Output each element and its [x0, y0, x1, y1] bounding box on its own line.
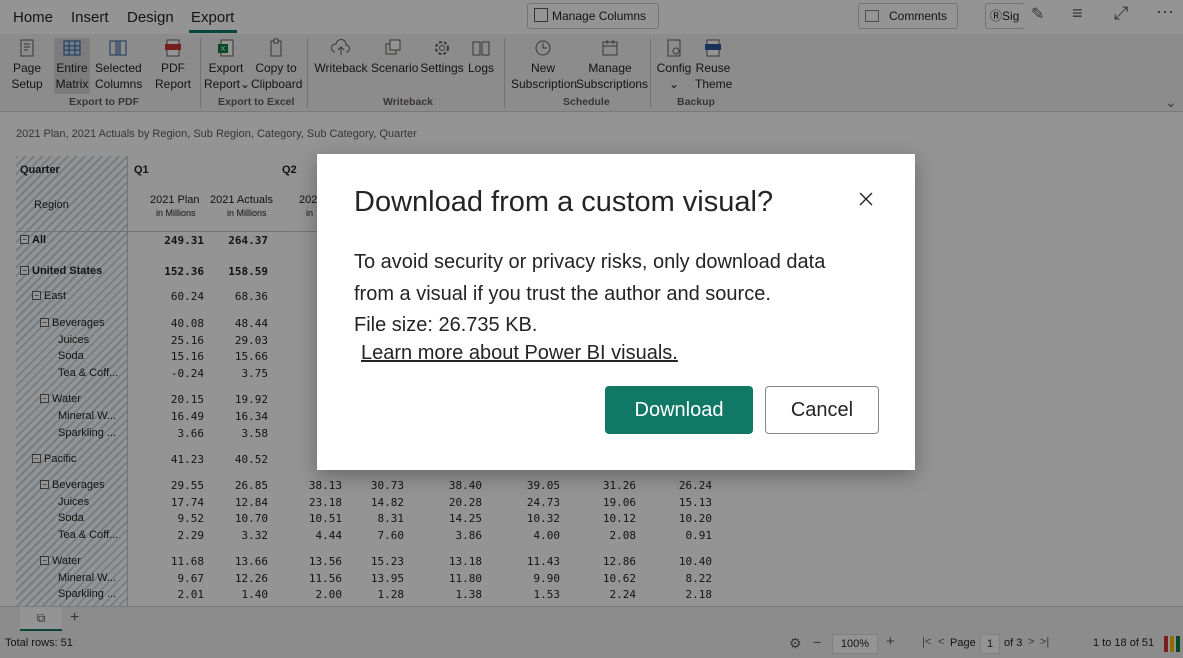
cancel-button[interactable]: Cancel — [765, 386, 879, 434]
dialog-body-line-2: from a visual if you trust the author an… — [354, 282, 771, 305]
download-dialog: Download from a custom visual? To avoid … — [317, 154, 915, 470]
download-button[interactable]: Download — [605, 386, 753, 434]
dialog-title: Download from a custom visual? — [354, 186, 774, 218]
dialog-body: To avoid security or privacy risks, only… — [354, 247, 874, 342]
dialog-body-line-1: To avoid security or privacy risks, only… — [354, 251, 826, 273]
learn-more-link[interactable]: Learn more about Power BI visuals. — [361, 342, 678, 365]
file-size-text: File size: 26.735 KB. — [354, 314, 538, 336]
close-icon[interactable] — [857, 190, 875, 208]
